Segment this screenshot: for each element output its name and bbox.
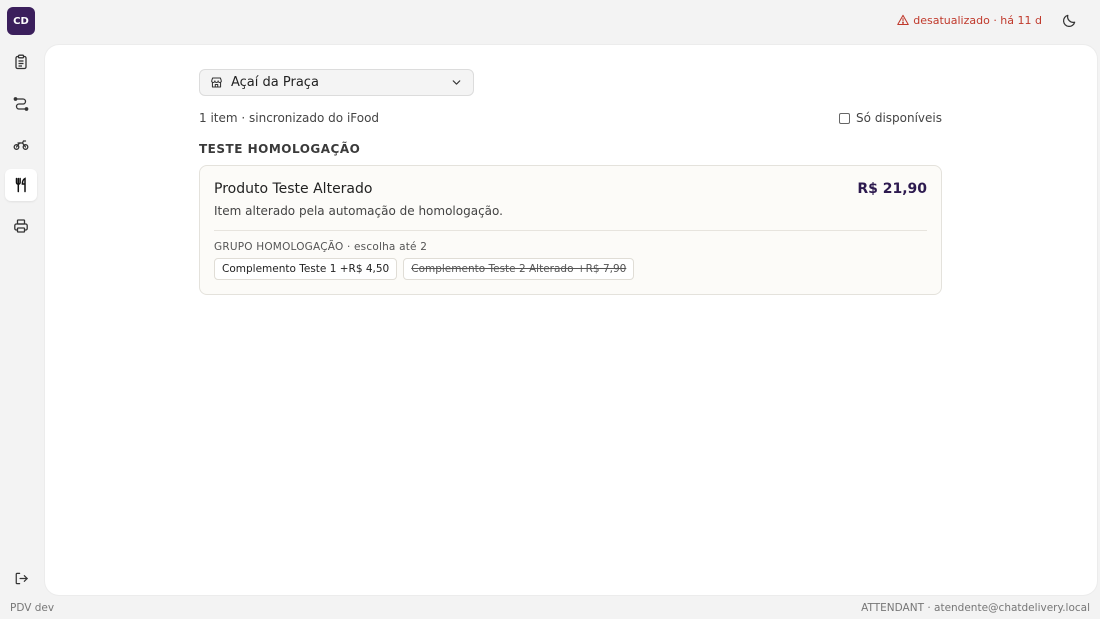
chevron-down-icon bbox=[452, 80, 461, 85]
logout-button[interactable] bbox=[12, 569, 30, 587]
sync-status: desatualizado · há 11 d bbox=[897, 13, 1042, 27]
product-card: Produto Teste Alterado R$ 21,90 Item alt… bbox=[199, 165, 942, 295]
sidebar-item-orders[interactable] bbox=[5, 46, 37, 78]
option-group-label: GRUPO HOMOLOGAÇÃO · escolha até 2 bbox=[214, 241, 428, 253]
logout-icon bbox=[15, 572, 28, 584]
sidebar-item-printer[interactable] bbox=[5, 210, 37, 242]
user-label: ATTENDANT · atendente@chatdelivery.local bbox=[861, 602, 1090, 614]
option-chips: Complemento Teste 1 +R$ 4,50 Complemento… bbox=[214, 258, 635, 280]
store-selector-value: Açaí da Praça bbox=[231, 75, 319, 90]
store-selector[interactable]: Açaí da Praça bbox=[199, 69, 474, 96]
section-title: TESTE HOMOLOGAÇÃO bbox=[199, 142, 361, 156]
main-panel: Açaí da Praça 1 item · sincronizado do i… bbox=[45, 45, 1097, 595]
sync-status-text: desatualizado · há 11 d bbox=[913, 13, 1042, 27]
moon-icon bbox=[1062, 14, 1075, 27]
sidebar-item-routes[interactable] bbox=[5, 87, 37, 119]
available-only-label: Só disponíveis bbox=[856, 111, 942, 125]
available-only-checkbox[interactable] bbox=[839, 112, 851, 124]
clipboard-icon bbox=[15, 54, 27, 70]
app-logo[interactable]: CD bbox=[7, 7, 35, 35]
product-description: Item alterado pela automação de homologa… bbox=[214, 204, 503, 218]
sidebar-item-delivery[interactable] bbox=[5, 128, 37, 160]
option-chip-unavailable: Complemento Teste 2 Alterado +R$ 7,90 bbox=[403, 258, 635, 280]
menu-summary: 1 item · sincronizado do iFood bbox=[199, 111, 380, 125]
sidebar-item-menu[interactable] bbox=[5, 169, 37, 201]
utensils-icon bbox=[15, 177, 26, 193]
divider bbox=[214, 230, 927, 231]
warning-icon bbox=[897, 14, 910, 26]
store-icon bbox=[211, 77, 222, 88]
route-icon bbox=[13, 97, 29, 111]
environment-label: PDV dev bbox=[10, 602, 55, 614]
sidebar: CD bbox=[0, 0, 42, 619]
product-name: Produto Teste Alterado bbox=[214, 181, 373, 197]
theme-toggle-button[interactable] bbox=[1060, 11, 1078, 29]
printer-icon bbox=[14, 219, 28, 233]
available-only-filter[interactable]: Só disponíveis bbox=[839, 111, 942, 125]
motorcycle-icon bbox=[13, 140, 29, 150]
option-chip: Complemento Teste 1 +R$ 4,50 bbox=[214, 258, 398, 280]
product-price: R$ 21,90 bbox=[857, 181, 927, 197]
